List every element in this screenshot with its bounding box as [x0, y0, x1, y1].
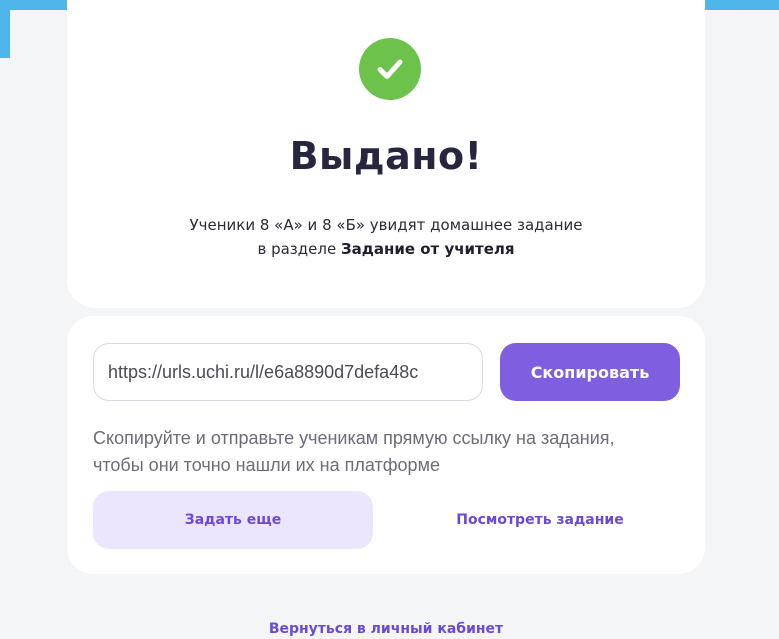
view-task-link[interactable]: Посмотреть задание [400, 491, 680, 549]
share-hint-line1: Скопируйте и отправьте ученикам прямую с… [93, 428, 615, 448]
share-hint: Скопируйте и отправьте ученикам прямую с… [93, 425, 693, 479]
checkmark-icon [377, 59, 403, 79]
success-message: Ученики 8 «А» и 8 «Б» увидят домашнее за… [67, 213, 705, 261]
share-link-input[interactable] [93, 343, 483, 401]
success-message-line2: в разделе Задание от учителя [67, 237, 705, 261]
share-hint-line2: чтобы они точно нашли их на платформе [93, 455, 440, 475]
check-circle-icon [359, 38, 421, 100]
success-message-line1: Ученики 8 «А» и 8 «Б» увидят домашнее за… [189, 216, 583, 234]
section-name: Задание от учителя [340, 240, 515, 258]
copy-button[interactable]: Скопировать [500, 343, 680, 401]
window-frame-left [0, 0, 10, 58]
page-title: Выдано! [289, 134, 483, 178]
assign-again-button[interactable]: Задать еще [93, 491, 373, 549]
success-message-prefix: в разделе [257, 240, 341, 258]
back-to-account-link[interactable]: Вернуться в личный кабинет [67, 621, 705, 637]
